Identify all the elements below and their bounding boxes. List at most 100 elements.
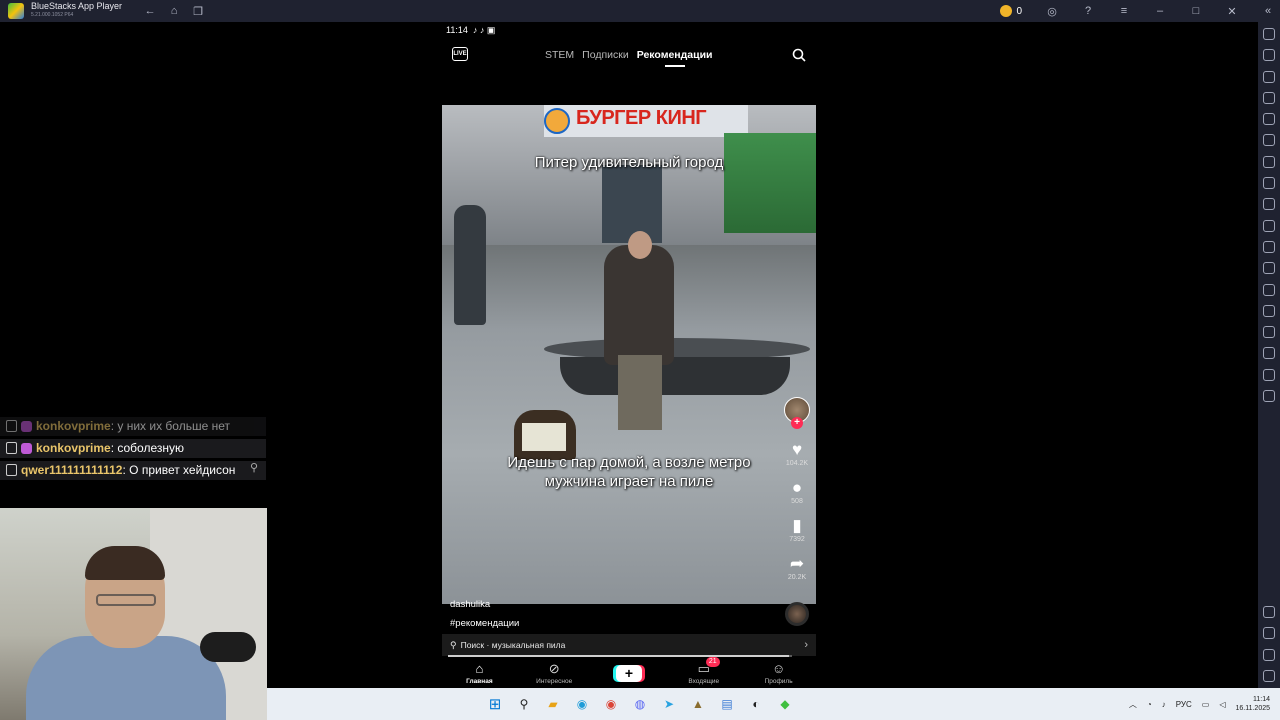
notepad-icon[interactable]: ▤ <box>717 694 737 714</box>
share-arrow-icon: ➦ <box>789 554 805 573</box>
bluestacks-logo-icon <box>8 3 24 19</box>
volume-icon[interactable] <box>1263 49 1275 62</box>
menu-icon[interactable]: ≡ <box>1118 5 1130 17</box>
back-icon[interactable]: ← <box>144 5 156 17</box>
nav-profile-label: Профиль <box>764 678 793 685</box>
android-recents-icon[interactable] <box>1263 670 1275 682</box>
coin-icon[interactable] <box>1000 5 1013 17</box>
feed-tabs: STEM Подписки Рекомендации <box>545 49 713 61</box>
chat-text: О привет хейдисон <box>129 463 236 477</box>
tray-overflow-icon[interactable]: ︿ <box>1129 699 1137 710</box>
clock[interactable]: 11:14 16.11.2025 <box>1235 695 1270 713</box>
android-back-icon[interactable] <box>1263 627 1275 640</box>
video-progress-fill <box>448 655 789 657</box>
music-disc-icon[interactable] <box>785 602 809 626</box>
case-note <box>522 423 566 451</box>
tab-for-you[interactable]: Рекомендации <box>637 49 713 61</box>
video-player[interactable]: БУРГЕР КИНГ Питер удивительный город Иде… <box>442 105 816 604</box>
title-bar-controls: 0 ◎ ? ≡ – □ ✕ « <box>1000 0 1274 22</box>
apk-install-icon[interactable] <box>1263 70 1275 83</box>
tab-following[interactable]: Подписки <box>582 49 629 61</box>
action-rail: + ♥ 104.2K ● 508 ▮ 7392 ➦ 20.2K <box>783 397 811 581</box>
chrome-icon[interactable]: ◉ <box>601 694 621 714</box>
chevron-right-icon: › <box>804 639 808 651</box>
comment-icon: ● <box>791 478 803 497</box>
search-prefix: Поиск <box>460 640 485 650</box>
obs-icon[interactable]: ◐ <box>746 694 766 714</box>
tab-stem[interactable]: STEM <box>545 49 574 61</box>
multi-instance-icon[interactable] <box>1263 177 1275 190</box>
collapse-sidebar-icon[interactable]: « <box>1262 5 1274 17</box>
search-small-icon: ⚲ <box>450 639 457 650</box>
app-icon[interactable]: ▲ <box>688 694 708 714</box>
tiktok-notification-icon: ♪ ♪ ▣ <box>470 25 496 35</box>
microphone <box>200 632 256 662</box>
save-button[interactable]: ▮ 7392 <box>789 517 805 544</box>
media-folder-icon[interactable] <box>1263 262 1275 275</box>
musician-head <box>628 231 652 259</box>
app-version: 5.21.000.1052 P64 <box>31 12 74 18</box>
subscriber-badge-icon <box>21 421 32 432</box>
nav-home[interactable]: ⌂ Главная <box>449 661 509 685</box>
passerby <box>454 205 486 325</box>
live-button[interactable]: LIVE <box>452 47 468 61</box>
video-username[interactable]: dashulika <box>450 599 490 610</box>
video-hashtag[interactable]: #рекомендации <box>450 618 519 629</box>
windows-start-icon[interactable]: ⊞ <box>485 694 505 714</box>
shake-icon[interactable] <box>1263 304 1275 317</box>
eco-mode-icon[interactable] <box>1263 240 1275 253</box>
macro-icon[interactable] <box>1263 155 1275 168</box>
create-plus-icon: + <box>615 664 642 682</box>
system-tray: ︿ ◔ ♪ РУС ▭ ◁ 11:14 16.11.2025 <box>1129 688 1270 720</box>
performance-icon[interactable] <box>1263 198 1275 211</box>
search-icon[interactable]: ⚲ <box>514 694 534 714</box>
record-icon[interactable] <box>1263 134 1275 147</box>
share-button[interactable]: ➦ 20.2K <box>788 554 806 582</box>
display-icon[interactable]: ▭ <box>1202 700 1210 709</box>
nav-inbox[interactable]: ▭ 21 Входящие <box>674 657 734 685</box>
related-search-bar[interactable]: ⚲ Поиск · музыкальная пила › <box>442 634 816 656</box>
settings-icon[interactable] <box>1263 606 1275 619</box>
search-icon[interactable] <box>792 48 806 62</box>
input-language[interactable]: РУС <box>1176 700 1192 709</box>
twitch-icon <box>6 420 17 432</box>
android-home-icon[interactable] <box>1263 648 1275 661</box>
screenshot-icon[interactable] <box>1263 91 1275 104</box>
comment-button[interactable]: ● 508 <box>791 478 803 506</box>
chat-username: qwer111111111112 <box>21 463 123 477</box>
rotate-icon[interactable] <box>1263 283 1275 296</box>
maximize-icon[interactable]: □ <box>1190 5 1202 17</box>
app-title-text: BlueStacks App Player <box>31 1 123 11</box>
fullscreen-icon[interactable] <box>1263 28 1275 40</box>
telegram-icon[interactable]: ➤ <box>659 694 679 714</box>
location-icon[interactable] <box>1263 219 1275 232</box>
file-explorer-icon[interactable]: ▰ <box>543 694 563 714</box>
pin-icon[interactable] <box>1263 347 1275 360</box>
edge-icon[interactable]: ◉ <box>572 694 592 714</box>
nav-profile[interactable]: ☺ Профиль <box>749 661 809 685</box>
account-icon[interactable]: ◎ <box>1046 5 1058 18</box>
keyboard-controls-icon[interactable] <box>1263 113 1275 126</box>
sync-icon[interactable] <box>1263 326 1275 339</box>
title-bar: BlueStacks App Player 5.21.000.1052 P64 … <box>0 0 1280 22</box>
close-icon[interactable]: ✕ <box>1226 5 1238 18</box>
refresh-icon[interactable] <box>1263 390 1275 403</box>
video-progress-bar[interactable] <box>448 655 792 657</box>
help-icon[interactable]: ? <box>1082 5 1094 17</box>
layers-icon[interactable] <box>1263 368 1275 381</box>
nav-create[interactable]: + <box>599 664 659 682</box>
volume-icon[interactable]: ◁ <box>1219 700 1225 709</box>
network-icon[interactable]: ◔ <box>1147 700 1152 709</box>
coin-count: 0 <box>1016 5 1022 17</box>
home-icon[interactable]: ⌂ <box>168 5 180 17</box>
bluestacks-taskbar-icon[interactable]: ◆ <box>775 694 795 714</box>
minimize-icon[interactable]: – <box>1154 5 1166 17</box>
discord-icon[interactable]: ◍ <box>630 694 650 714</box>
chat-badge-icon: ⚲ <box>249 462 258 474</box>
follow-plus-icon[interactable]: + <box>791 417 803 429</box>
nav-discover[interactable]: ⊘ Интересное <box>524 661 584 685</box>
mic-icon[interactable]: ♪ <box>1162 700 1166 709</box>
recent-apps-icon[interactable]: ❐ <box>192 5 204 18</box>
like-button[interactable]: ♥ 104.2K <box>786 441 808 468</box>
chat-username: konkovprime <box>36 441 111 455</box>
